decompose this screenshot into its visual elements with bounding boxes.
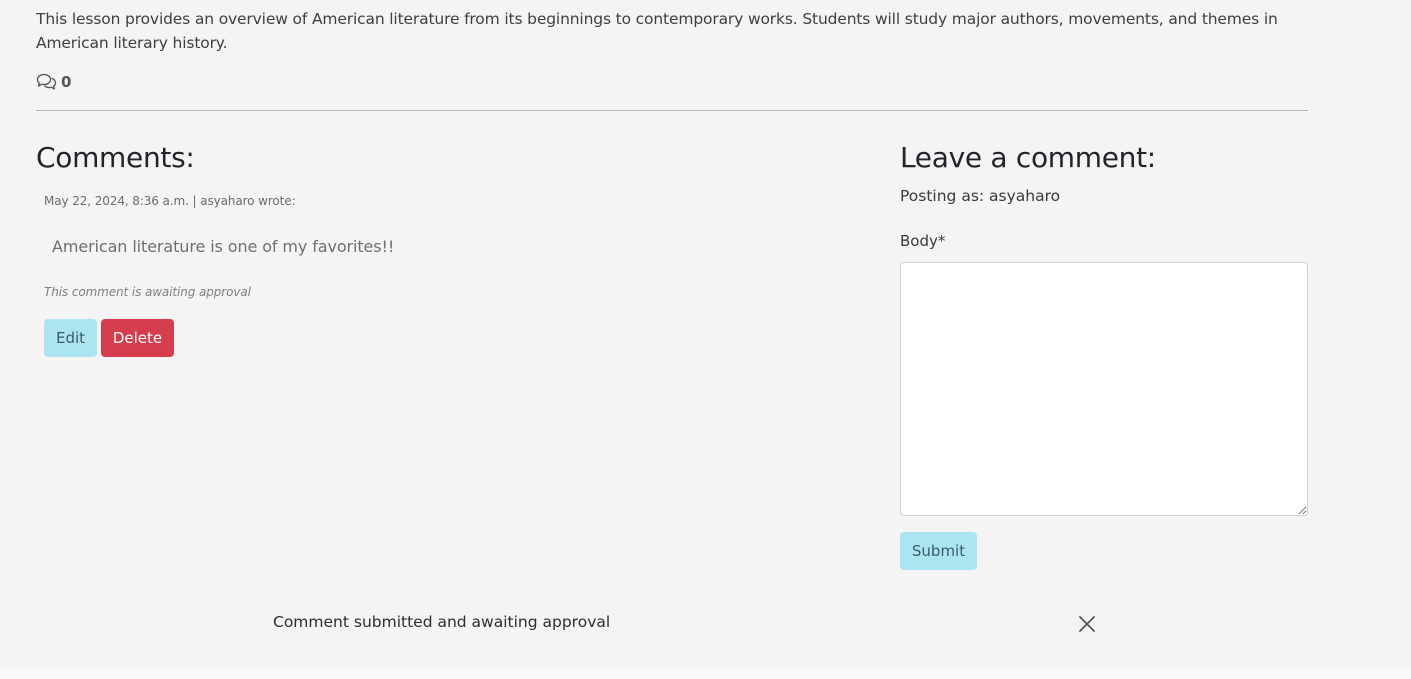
toast-text: Comment submitted and awaiting approval bbox=[273, 613, 611, 631]
posting-as-text: Posting as: asyaharo bbox=[900, 187, 1061, 205]
edit-button[interactable]: Edit bbox=[44, 319, 97, 357]
lesson-description: This lesson provides an overview of Amer… bbox=[36, 10, 1278, 52]
comment-status: This comment is awaiting approval bbox=[44, 285, 251, 299]
leave-comment-heading: Leave a comment: bbox=[900, 141, 1156, 174]
comments-icon bbox=[36, 73, 57, 91]
submit-button[interactable]: Submit bbox=[900, 532, 977, 570]
close-icon[interactable] bbox=[1076, 613, 1098, 635]
comments-heading: Comments: bbox=[36, 141, 195, 174]
delete-button[interactable]: Delete bbox=[101, 319, 174, 357]
comment-count-value: 0 bbox=[61, 73, 72, 91]
comment-body-field[interactable] bbox=[900, 262, 1308, 516]
toast-message: Comment submitted and awaiting approval bbox=[273, 608, 1103, 638]
body-label: Body* bbox=[900, 232, 946, 250]
comment-count: 0 bbox=[36, 71, 71, 93]
comment-meta: May 22, 2024, 8:36 a.m. | asyaharo wrote… bbox=[44, 194, 296, 208]
lesson-page: This lesson provides an overview of Amer… bbox=[0, 0, 1411, 668]
section-divider bbox=[36, 110, 1308, 111]
comment-body: American literature is one of my favorit… bbox=[52, 237, 395, 256]
